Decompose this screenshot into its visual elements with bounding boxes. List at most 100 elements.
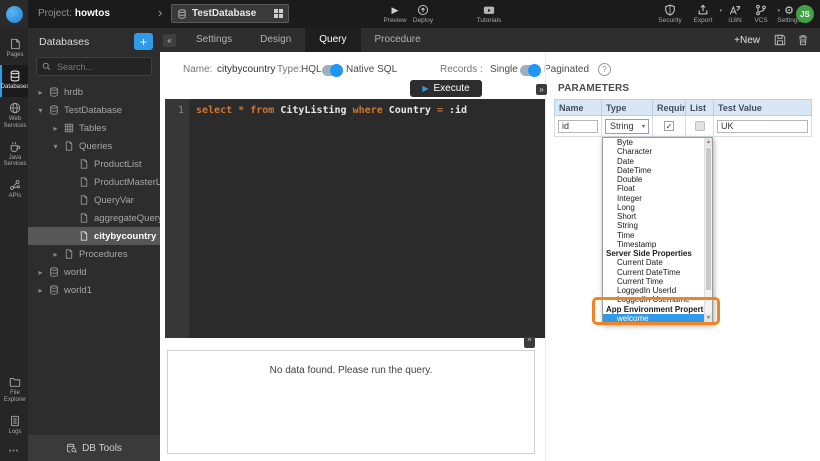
translate-icon	[729, 4, 741, 16]
dropdown-option-Double[interactable]: Double	[603, 175, 704, 184]
dropdown-option-Integer[interactable]: Integer	[603, 194, 704, 203]
rail-item-apis[interactable]: APIs	[0, 174, 28, 206]
new-query-button[interactable]: +New	[734, 35, 760, 46]
dropdown-option-LoggedIn Username[interactable]: LoggedIn Username	[603, 295, 704, 304]
dropdown-option-Time[interactable]: Time	[603, 231, 704, 240]
file-icon	[79, 231, 90, 241]
tree-item-label: hrdb	[64, 87, 83, 98]
deploy-button[interactable]: Deploy	[406, 4, 440, 24]
dropdown-option-Float[interactable]: Float	[603, 184, 704, 193]
tree-item-label: Tables	[79, 123, 106, 134]
tree-item-TestDatabase[interactable]: ▾TestDatabase	[28, 101, 160, 119]
delete-icon[interactable]	[797, 34, 809, 46]
rail-item-web-services[interactable]: Web Services	[0, 97, 28, 136]
dropdown-option-Long[interactable]: Long	[603, 203, 704, 212]
expander-right-icon[interactable]: ▸	[51, 124, 60, 133]
rail-item-pages[interactable]: Pages	[0, 33, 28, 65]
rail-label: APIs	[8, 193, 23, 200]
tree-item-QueryVar[interactable]: QueryVar	[28, 191, 160, 209]
dropdown-option-LoggedIn UserId[interactable]: LoggedIn UserId	[603, 286, 704, 295]
editor-gutter: 1	[165, 99, 189, 338]
wavemaker-logo-icon[interactable]	[0, 0, 28, 28]
expander-right-icon[interactable]: ▸	[36, 88, 45, 97]
security-button[interactable]: Security	[653, 4, 687, 24]
dropdown-option-Current DateTime[interactable]: Current DateTime	[603, 268, 704, 277]
rail-label: Java Services	[2, 155, 28, 169]
tree-item-label: aggregateQuery	[94, 213, 160, 224]
db-tools-button[interactable]: DB Tools	[28, 435, 160, 461]
scroll-up-icon[interactable]: ▲	[705, 138, 712, 147]
left-rail: Pages Databases Web Services Java Servic…	[0, 28, 28, 461]
param-type-select[interactable]: String ▾	[605, 119, 649, 134]
tree-item-Procedures[interactable]: ▸Procedures	[28, 245, 160, 263]
add-database-button[interactable]: +	[134, 33, 153, 50]
tutorials-button[interactable]: Tutorials	[472, 4, 506, 24]
rail-item-logs[interactable]: Logs	[0, 410, 28, 442]
expander-right-icon[interactable]: ▸	[51, 250, 60, 259]
scrollbar-thumb[interactable]	[706, 148, 711, 290]
dropdown-option-Current Time[interactable]: Current Time	[603, 277, 704, 286]
dropdown-option-App Environment Properties[interactable]: App Environment Properties	[603, 305, 704, 314]
user-avatar[interactable]: JS	[796, 5, 814, 23]
file-icon	[79, 195, 90, 205]
param-name-input[interactable]	[558, 120, 598, 133]
tab-design[interactable]: Design	[246, 28, 305, 52]
dropdown-option-DateTime[interactable]: DateTime	[603, 166, 704, 175]
tab-settings[interactable]: Settings	[182, 28, 246, 52]
type-option-hql[interactable]: HQL	[301, 64, 322, 75]
required-checkbox[interactable]: ✓	[664, 121, 674, 131]
param-column-Test Value: Test Value	[714, 99, 812, 116]
dropdown-option-Short[interactable]: Short	[603, 212, 704, 221]
file-icon	[79, 213, 90, 223]
rail-item-file-explorer[interactable]: File Explorer	[0, 371, 28, 410]
dropdown-option-Byte[interactable]: Byte	[603, 138, 704, 147]
type-option-native-sql[interactable]: Native SQL	[346, 64, 397, 75]
expander-right-icon[interactable]: ▸	[36, 268, 45, 277]
collapse-sidebar-button[interactable]: «	[163, 34, 176, 47]
tab-procedure[interactable]: Procedure	[361, 28, 435, 52]
rail-item-java-services[interactable]: Java Services	[0, 136, 28, 175]
scroll-down-icon[interactable]: ▼	[705, 314, 712, 323]
parameters-header-row: NameTypeRequiredListTest Value	[554, 99, 812, 116]
expander-right-icon[interactable]: ▸	[36, 286, 45, 295]
dropdown-scrollbar[interactable]: ▲ ▼	[704, 138, 712, 323]
expand-panel-button[interactable]: »	[536, 84, 547, 95]
dropdown-option-String[interactable]: String	[603, 221, 704, 230]
tab-query[interactable]: Query	[305, 28, 360, 52]
more-menu-button[interactable]: •••	[0, 442, 28, 461]
tree-item-world[interactable]: ▸world	[28, 263, 160, 281]
records-option-single[interactable]: Single	[490, 64, 518, 75]
tree-item-world1[interactable]: ▸world1	[28, 281, 160, 299]
editor-code[interactable]: select * from CityListing where Country …	[189, 99, 467, 338]
type-toggle[interactable]	[322, 65, 342, 76]
save-icon[interactable]	[774, 34, 786, 46]
dropdown-option-Timestamp[interactable]: Timestamp	[603, 240, 704, 249]
tree-item-ProductList[interactable]: ProductList	[28, 155, 160, 173]
database-selector[interactable]: TestDatabase	[171, 4, 289, 23]
list-checkbox[interactable]	[695, 121, 705, 131]
records-toggle[interactable]	[520, 65, 540, 76]
dropdown-option-Server Side Properties[interactable]: Server Side Properties	[603, 249, 704, 258]
file-icon	[79, 159, 90, 169]
expander-down-icon[interactable]: ▾	[51, 142, 60, 151]
search-box[interactable]	[36, 57, 152, 76]
tree-item-citybycountry[interactable]: citybycountry	[28, 227, 160, 245]
export-button[interactable]: Export ▾	[686, 4, 720, 24]
param-test-value-input[interactable]	[717, 120, 808, 133]
dropdown-option-Character[interactable]: Character	[603, 147, 704, 156]
tree-item-Queries[interactable]: ▾Queries	[28, 137, 160, 155]
rail-item-databases[interactable]: Databases	[0, 65, 28, 97]
tree-item-aggregateQuery[interactable]: aggregateQuery	[28, 209, 160, 227]
dropdown-option-Current Date[interactable]: Current Date	[603, 258, 704, 267]
top-bar: Project:howtos › TestDatabase ▶ Preview …	[0, 0, 820, 28]
tree-item-hrdb[interactable]: ▸ hrdb	[28, 83, 160, 101]
tree-item-Tables[interactable]: ▸ Tables	[28, 119, 160, 137]
expander-down-icon[interactable]: ▾	[36, 106, 45, 115]
dropdown-option-Date[interactable]: Date	[603, 157, 704, 166]
search-input[interactable]	[55, 61, 146, 73]
execute-button[interactable]: ▶ Execute	[410, 80, 482, 97]
tree-item-ProductMasterList[interactable]: ProductMasterList	[28, 173, 160, 191]
dropdown-option-welcome[interactable]: welcome	[603, 314, 704, 323]
editor-collapse-button[interactable]: ^	[524, 337, 535, 348]
sql-editor[interactable]: 1 select * from CityListing where Countr…	[165, 99, 545, 338]
